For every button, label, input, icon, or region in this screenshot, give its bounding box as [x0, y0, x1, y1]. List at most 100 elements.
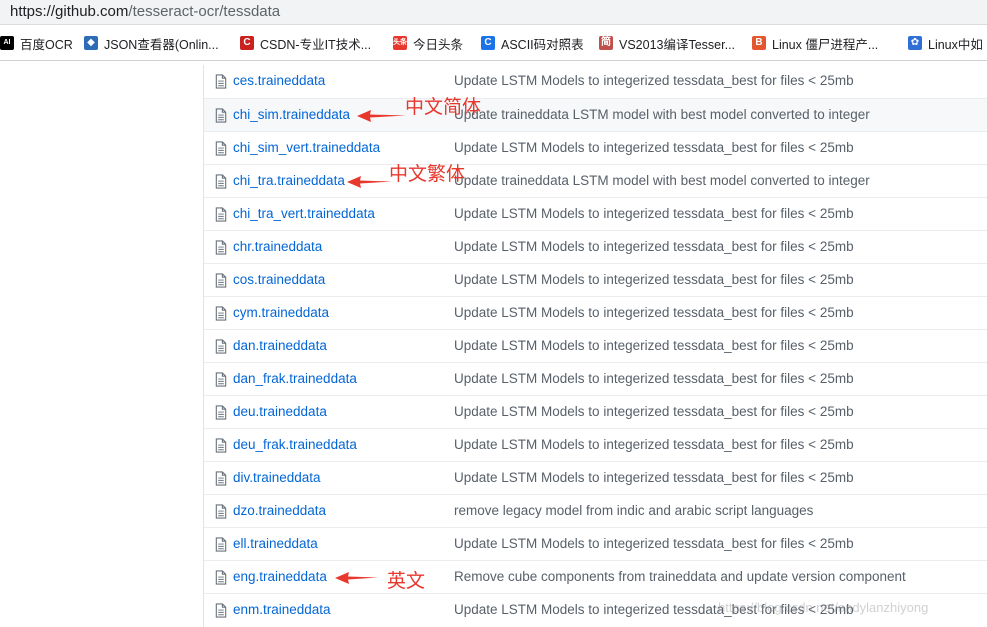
- file-name-link[interactable]: deu.traineddata: [233, 404, 327, 419]
- file-name-link[interactable]: chr.traineddata: [233, 239, 322, 254]
- bookmark-item[interactable]: ◆ JSON查看器(Onlin...: [84, 34, 219, 52]
- commit-message-link[interactable]: Update LSTM Models to integerized tessda…: [454, 239, 854, 254]
- file-icon: [215, 141, 227, 156]
- file-name-link[interactable]: deu_frak.traineddata: [233, 437, 357, 452]
- file-listing: ces.traineddata Update LSTM Models to int…: [203, 65, 987, 627]
- file-name-link[interactable]: div.traineddata: [233, 470, 321, 485]
- commit-message-link[interactable]: Update LSTM Models to integerized tessda…: [454, 305, 854, 320]
- commit-message-link[interactable]: remove legacy model from indic and arabi…: [454, 503, 813, 518]
- file-name-link[interactable]: eng.traineddata: [233, 569, 327, 584]
- file-row[interactable]: chi_tra.traineddata Update traineddata LS…: [204, 164, 987, 197]
- commit-message-link[interactable]: Update LSTM Models to integerized tessda…: [454, 272, 854, 287]
- file-row[interactable]: chi_tra_vert.traineddata Update LSTM Mode…: [204, 197, 987, 230]
- file-icon: [215, 74, 227, 89]
- file-icon: [215, 174, 227, 189]
- ai-icon: AI: [0, 36, 14, 50]
- commit-message-link[interactable]: Update LSTM Models to integerized tessda…: [454, 73, 854, 88]
- file-row[interactable]: chi_sim.traineddata Update traineddata LS…: [204, 98, 987, 131]
- commit-message-link[interactable]: Update LSTM Models to integerized tessda…: [454, 404, 854, 419]
- file-icon: [215, 306, 227, 321]
- bookmark-item[interactable]: C CSDN-专业IT技术...: [240, 34, 371, 52]
- bootstrap-icon: B: [752, 36, 766, 50]
- file-name-link[interactable]: enm.traineddata: [233, 602, 331, 617]
- annotation-label: 中文繁体: [389, 163, 466, 185]
- watermark: https://blog.csdn.net/andylanzhiyong: [718, 600, 929, 615]
- file-icon: [215, 273, 227, 288]
- file-name-link[interactable]: cos.traineddata: [233, 272, 325, 287]
- file-row[interactable]: deu.traineddata Update LSTM Models to int…: [204, 395, 987, 428]
- baidu-paw-icon: ✿: [908, 36, 922, 50]
- jian-icon: 简: [599, 36, 613, 50]
- file-row[interactable]: ell.traineddata Update LSTM Models to int…: [204, 527, 987, 560]
- file-row[interactable]: chi_sim_vert.traineddata Update LSTM Mode…: [204, 131, 987, 164]
- file-icon: [215, 339, 227, 354]
- file-name-link[interactable]: chi_tra.traineddata: [233, 173, 345, 188]
- file-icon: [215, 438, 227, 453]
- file-row[interactable]: dan_frak.traineddata Update LSTM Models t…: [204, 362, 987, 395]
- commit-message-link[interactable]: Update LSTM Models to integerized tessda…: [454, 371, 854, 386]
- commit-message-link[interactable]: Update LSTM Models to integerized tessda…: [454, 536, 854, 551]
- bookmark-label: ASCII码对照表: [501, 37, 584, 52]
- json-icon: ◆: [84, 36, 98, 50]
- bookmark-label: CSDN-专业IT技术...: [260, 37, 372, 52]
- bookmark-item[interactable]: C ASCII码对照表: [481, 34, 584, 52]
- annotation-arrow: [335, 572, 378, 584]
- file-icon: [215, 537, 227, 552]
- commit-message-link[interactable]: Update LSTM Models to integerized tessda…: [454, 470, 854, 485]
- bookmark-item[interactable]: 简 VS2013编译Tesser...: [599, 34, 735, 52]
- csdn-icon: C: [240, 36, 254, 50]
- file-icon: [215, 603, 227, 618]
- commit-message-link[interactable]: Update LSTM Models to integerized tessda…: [454, 140, 854, 155]
- file-name-link[interactable]: ell.traineddata: [233, 536, 318, 551]
- file-name-link[interactable]: dzo.traineddata: [233, 503, 326, 518]
- file-icon: [215, 570, 227, 585]
- commit-message-link[interactable]: Remove cube components from traineddata …: [454, 569, 906, 584]
- bookmark-label: JSON查看器(Onlin...: [104, 37, 219, 52]
- file-row[interactable]: cos.traineddata Update LSTM Models to int…: [204, 263, 987, 296]
- file-row[interactable]: chr.traineddata Update LSTM Models to int…: [204, 230, 987, 263]
- file-icon: [215, 207, 227, 222]
- annotation-label: 中文简体: [405, 96, 482, 118]
- file-icon: [215, 372, 227, 387]
- commit-message-link[interactable]: Update traineddata LSTM model with best …: [454, 173, 870, 188]
- bookmark-label: VS2013编译Tesser...: [619, 37, 736, 52]
- file-name-link[interactable]: dan.traineddata: [233, 338, 327, 353]
- file-icon: [215, 504, 227, 519]
- bookmark-item[interactable]: 头条 今日头条: [393, 34, 463, 52]
- bookmark-label: 今日头条: [413, 37, 464, 52]
- ascii-icon: C: [481, 36, 495, 50]
- file-name-link[interactable]: chi_sim_vert.traineddata: [233, 140, 380, 155]
- bookmark-label: Linux中如: [928, 37, 983, 52]
- bookmark-item[interactable]: ✿ Linux中如: [908, 34, 983, 52]
- commit-message-link[interactable]: Update traineddata LSTM model with best …: [454, 107, 870, 122]
- file-name-link[interactable]: chi_tra_vert.traineddata: [233, 206, 375, 221]
- file-row[interactable]: dzo.traineddata remove legacy model from …: [204, 494, 987, 527]
- address-url[interactable]: https://github.com/tesseract-ocr/tessdat…: [10, 3, 280, 20]
- file-icon: [215, 240, 227, 255]
- file-name-link[interactable]: chi_sim.traineddata: [233, 107, 350, 122]
- file-row[interactable]: eng.traineddata Remove cube components fr…: [204, 560, 987, 593]
- commit-message-link[interactable]: Update LSTM Models to integerized tessda…: [454, 437, 854, 452]
- bookmarks-bar: AI 百度OCR ◆ JSON查看器(Onlin... C CSDN-专业IT技术... 头…: [0, 25, 987, 61]
- file-row[interactable]: dan.traineddata Update LSTM Models to int…: [204, 329, 987, 362]
- commit-message-link[interactable]: Update LSTM Models to integerized tessda…: [454, 338, 854, 353]
- annotation-arrow: [357, 110, 406, 122]
- file-icon: [215, 108, 227, 123]
- file-name-link[interactable]: ces.traineddata: [233, 73, 325, 88]
- file-row[interactable]: div.traineddata Update LSTM Models to int…: [204, 461, 987, 494]
- file-row[interactable]: cym.traineddata Update LSTM Models to int…: [204, 296, 987, 329]
- file-name-link[interactable]: cym.traineddata: [233, 305, 329, 320]
- file-row[interactable]: deu_frak.traineddata Update LSTM Models t…: [204, 428, 987, 461]
- file-name-link[interactable]: dan_frak.traineddata: [233, 371, 357, 386]
- file-row[interactable]: ces.traineddata Update LSTM Models to int…: [204, 65, 987, 98]
- bookmark-item[interactable]: AI 百度OCR: [0, 34, 73, 52]
- annotation-label: 英文: [387, 570, 426, 592]
- commit-message-link[interactable]: Update LSTM Models to integerized tessda…: [454, 206, 854, 221]
- address-bar[interactable]: https://github.com/tesseract-ocr/tessdat…: [0, 0, 987, 25]
- file-icon: [215, 471, 227, 486]
- toutiao-icon: 头条: [393, 36, 407, 50]
- file-icon: [215, 405, 227, 420]
- bookmark-item[interactable]: B Linux 僵尸进程产...: [752, 34, 878, 52]
- bookmark-label: 百度OCR: [20, 37, 73, 52]
- bookmark-label: Linux 僵尸进程产...: [772, 37, 879, 52]
